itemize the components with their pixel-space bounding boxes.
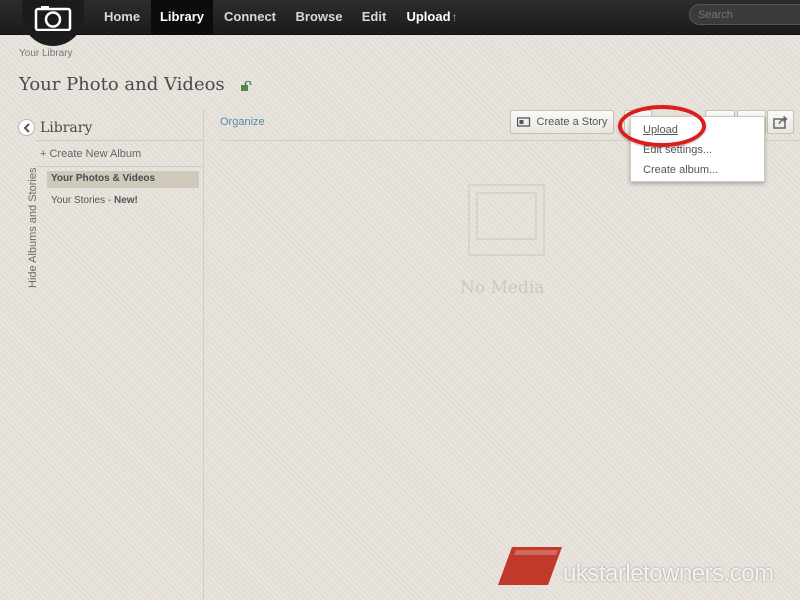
share-icon xyxy=(772,115,788,129)
search-input[interactable] xyxy=(689,4,800,25)
nav-edit-label: Edit xyxy=(361,9,387,24)
sidebar-item-photos-videos[interactable]: Your Photos & Videos xyxy=(47,171,199,188)
create-album-link[interactable]: + Create New Album xyxy=(40,148,141,160)
sidebar-item-label: Your Photos & Videos xyxy=(51,173,156,184)
watermark-logo-icon xyxy=(498,547,562,585)
sidebar-separator xyxy=(203,110,204,600)
nav-browse-label: Browse xyxy=(295,9,343,24)
watermark-text: ukstarletowners.com xyxy=(563,560,774,587)
highlight-circle xyxy=(618,105,706,147)
nav-upload-label: Upload xyxy=(406,9,451,24)
chevron-left-icon xyxy=(23,122,30,133)
nav-edit[interactable]: Edit xyxy=(354,0,394,35)
nav-home[interactable]: Home xyxy=(95,0,149,35)
create-story-label: Create a Story xyxy=(536,116,608,128)
nav-home-label: Home xyxy=(103,9,141,24)
nav-library[interactable]: Library xyxy=(151,0,213,35)
nav-library-label: Library xyxy=(159,9,205,24)
top-nav-bar: Home Library Connect Browse Edit Upload↑ xyxy=(0,0,800,46)
unlocked-icon[interactable] xyxy=(241,81,253,91)
camera-logo-icon xyxy=(34,6,72,31)
organize-link[interactable]: Organize xyxy=(220,116,265,128)
sidebar-divider xyxy=(36,140,203,141)
logo[interactable] xyxy=(22,0,84,46)
nav-browse[interactable]: Browse xyxy=(289,0,349,35)
video-story-icon xyxy=(516,117,530,127)
share-button[interactable] xyxy=(767,110,794,134)
nav-connect[interactable]: Connect xyxy=(215,0,285,35)
hide-albums-toggle[interactable]: Hide Albums and Stories xyxy=(27,168,39,288)
up-arrow-icon: ↑ xyxy=(451,10,458,24)
empty-photo-frame xyxy=(476,192,537,240)
nav-connect-label: Connect xyxy=(224,9,276,24)
sidebar-title: Library xyxy=(40,120,93,136)
empty-photo-placeholder xyxy=(468,184,545,256)
sidebar-item-stories[interactable]: Your Stories - New! xyxy=(47,193,199,210)
create-story-button[interactable]: Create a Story xyxy=(510,110,614,134)
sidebar-divider xyxy=(36,166,203,167)
collapse-sidebar-button[interactable] xyxy=(18,119,35,136)
empty-state-text: No Media xyxy=(460,278,545,298)
page-title: Your Photo and Videos xyxy=(19,74,225,95)
nav-upload[interactable]: Upload↑ xyxy=(400,0,464,35)
create-album-menu-item[interactable]: Create album... xyxy=(643,164,718,176)
breadcrumb[interactable]: Your Library xyxy=(19,48,73,59)
sidebar-item-label: Your Stories - xyxy=(51,195,114,206)
new-badge: New! xyxy=(114,195,138,206)
